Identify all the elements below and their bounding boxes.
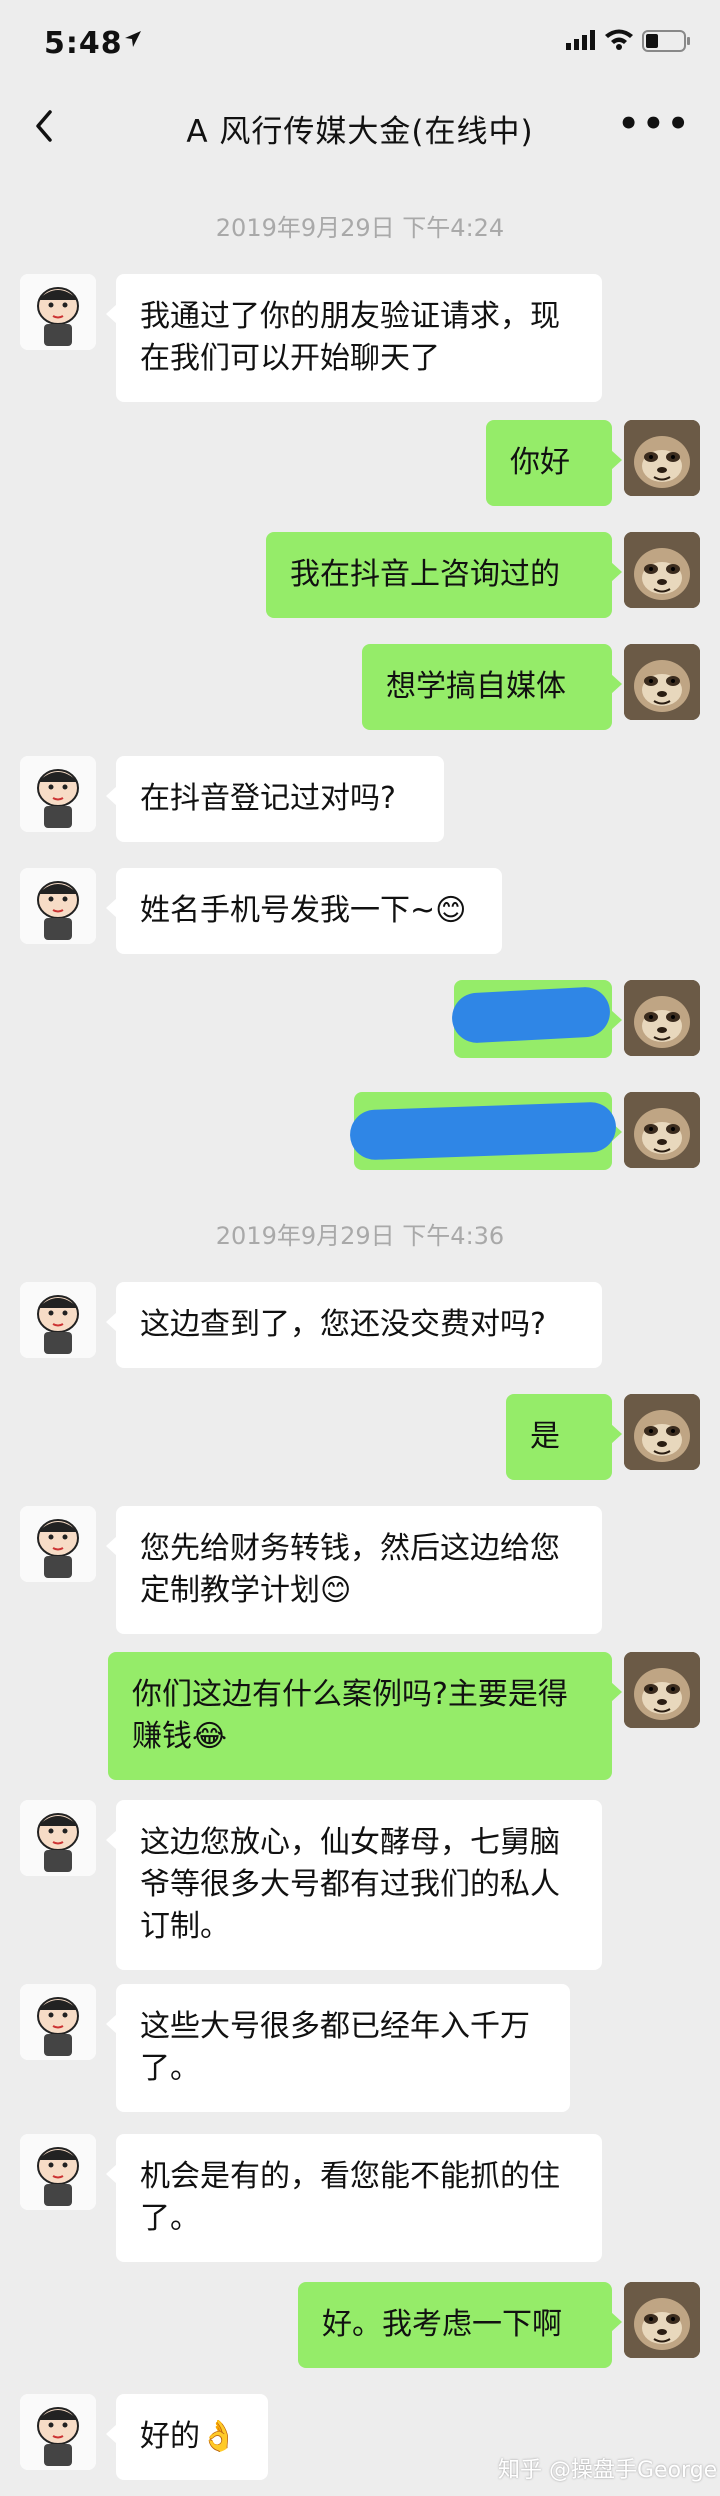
more-options-icon[interactable]: ••• [618, 104, 692, 144]
message-bubble-received[interactable]: 机会是有的，看您能不能抓的住了。 [106, 2134, 602, 2262]
contact-avatar[interactable] [20, 274, 96, 350]
message-bubble-sent[interactable]: 想学搞自媒体 [362, 644, 622, 730]
cartoon-boy-avatar-icon [20, 1984, 96, 2060]
cartoon-boy-avatar-icon [20, 1506, 96, 1582]
message-text: 想学搞自媒体 [386, 669, 566, 704]
message-text: 你好 [510, 445, 570, 480]
sloth-avatar-icon [624, 532, 700, 608]
message-bubble-sent[interactable]: 是 [506, 1394, 622, 1480]
message-bubble-received[interactable]: 您先给财务转钱，然后这边给您定制教学计划😊 [106, 1506, 602, 1634]
message-text: 这边您放心，仙女酵母，七舅脑爷等很多大号都有过我们的私人订制。 [140, 1825, 560, 1944]
location-arrow-icon [125, 31, 141, 47]
message-bubble-received[interactable]: 姓名手机号发我一下~😊 [106, 868, 502, 954]
contact-avatar[interactable] [20, 1984, 96, 2060]
message-bubble-received[interactable]: 这些大号很多都已经年入千万了。 [106, 1984, 570, 2112]
redaction-scribble [450, 985, 612, 1045]
message-bubble-received[interactable]: 在抖音登记过对吗? [106, 756, 444, 842]
status-bar: 5:48 [0, 0, 720, 80]
timestamp: 2019年9月29日 下午4:24 [215, 214, 505, 242]
sloth-avatar-icon [624, 1652, 700, 1728]
my-avatar[interactable] [624, 1652, 700, 1728]
contact-avatar[interactable] [20, 2134, 96, 2210]
message-bubble-received[interactable]: 这边查到了，您还没交费对吗? [106, 1282, 602, 1368]
message-bubble-received[interactable]: 这边您放心，仙女酵母，七舅脑爷等很多大号都有过我们的私人订制。 [106, 1800, 602, 1970]
my-avatar[interactable] [624, 532, 700, 608]
message-bubble-received[interactable]: 我通过了你的朋友验证请求，现在我们可以开始聊天了 [106, 274, 602, 402]
message-bubble-received[interactable]: 好的👌 [106, 2394, 268, 2480]
message-text: 这边查到了，您还没交费对吗? [140, 1307, 546, 1342]
sloth-avatar-icon [624, 1092, 700, 1168]
message-text: 这些大号很多都已经年入千万了。 [140, 2009, 530, 2086]
sloth-avatar-icon [624, 2282, 700, 2358]
cartoon-boy-avatar-icon [20, 274, 96, 350]
my-avatar[interactable] [624, 980, 700, 1056]
cellular-signal-icon [566, 30, 595, 50]
status-time: 5:48 [44, 26, 123, 61]
my-avatar[interactable] [624, 420, 700, 496]
contact-avatar[interactable] [20, 1282, 96, 1358]
cartoon-boy-avatar-icon [20, 868, 96, 944]
sloth-avatar-icon [624, 644, 700, 720]
battery-icon [642, 30, 690, 52]
contact-avatar[interactable] [20, 756, 96, 832]
my-avatar[interactable] [624, 1092, 700, 1168]
message-text: 机会是有的，看您能不能抓的住了。 [140, 2159, 560, 2236]
message-text: 在抖音登记过对吗? [140, 781, 396, 816]
redaction-scribble [349, 1101, 617, 1161]
message-bubble-sent[interactable]: 你们这边有什么案例吗?主要是得赚钱😂 [108, 1652, 622, 1780]
zhihu-watermark: 知乎 @操盘手George [498, 2458, 718, 2483]
message-text: 是 [530, 1419, 560, 1454]
my-avatar[interactable] [624, 2282, 700, 2358]
cartoon-boy-avatar-icon [20, 2394, 96, 2470]
sloth-avatar-icon [624, 420, 700, 496]
timestamp: 2019年9月29日 下午4:36 [215, 1222, 505, 1250]
message-text: 我在抖音上咨询过的 [290, 557, 560, 592]
wifi-icon [605, 29, 633, 50]
contact-avatar[interactable] [20, 868, 96, 944]
my-avatar[interactable] [624, 644, 700, 720]
cartoon-boy-avatar-icon [20, 1800, 96, 1876]
cartoon-boy-avatar-icon [20, 756, 96, 832]
sloth-avatar-icon [624, 1394, 700, 1470]
message-text: 好的👌 [140, 2419, 238, 2454]
contact-avatar[interactable] [20, 1800, 96, 1876]
message-text: 你们这边有什么案例吗?主要是得赚钱😂 [132, 1677, 568, 1754]
message-text: 我通过了你的朋友验证请求，现在我们可以开始聊天了 [140, 299, 560, 376]
message-bubble-sent[interactable]: 好。我考虑一下啊 [298, 2282, 622, 2368]
message-text: 好。我考虑一下啊 [322, 2307, 562, 2342]
cartoon-boy-avatar-icon [20, 2134, 96, 2210]
message-bubble-sent[interactable]: 你好 [486, 420, 622, 506]
chat-title: A 风行传媒大金(在线中) [186, 114, 534, 150]
message-text: 姓名手机号发我一下~😊 [140, 893, 467, 928]
chat-header: A 风行传媒大金(在线中) ••• [0, 80, 720, 168]
cartoon-boy-avatar-icon [20, 1282, 96, 1358]
message-text: 您先给财务转钱，然后这边给您定制教学计划😊 [140, 1531, 560, 1608]
sloth-avatar-icon [624, 980, 700, 1056]
message-bubble-sent[interactable]: 我在抖音上咨询过的 [266, 532, 622, 618]
contact-avatar[interactable] [20, 2394, 96, 2470]
my-avatar[interactable] [624, 1394, 700, 1470]
contact-avatar[interactable] [20, 1506, 96, 1582]
